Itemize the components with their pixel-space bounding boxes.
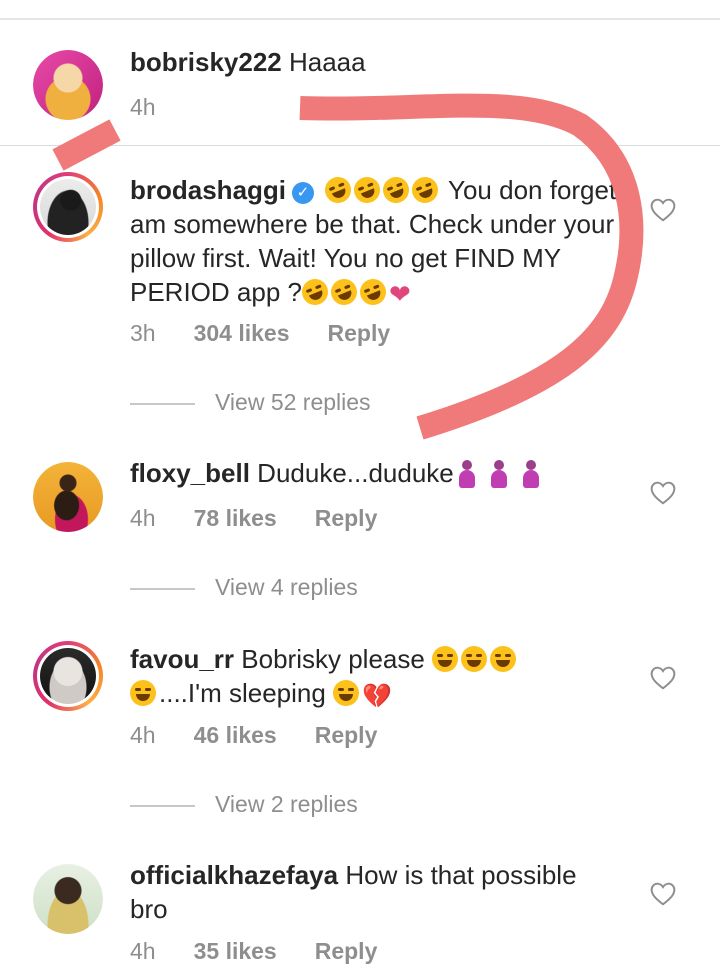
rofl-emoji-icon bbox=[408, 173, 443, 207]
comment-meta: 4h 46 likes Reply bbox=[130, 722, 415, 749]
comment-text: brodashaggi ✓ You don forget am somewhere… bbox=[130, 173, 620, 311]
view-replies-label: View 4 replies bbox=[215, 574, 358, 600]
comment-meta: 4h 78 likes Reply bbox=[130, 505, 415, 532]
view-replies-label: View 2 replies bbox=[215, 791, 358, 817]
comment-meta: 4h 35 likes Reply bbox=[130, 938, 415, 965]
likes-count-link[interactable]: 35 likes bbox=[194, 938, 277, 965]
comment-meta: 4h bbox=[130, 94, 194, 121]
woman-shrugging-emoji-icon bbox=[458, 460, 476, 488]
comment-body: Haaaa bbox=[288, 47, 366, 77]
reply-button[interactable]: Reply bbox=[315, 722, 378, 749]
view-replies-button[interactable]: View 2 replies bbox=[130, 791, 358, 818]
woman-shrugging-emoji-icon bbox=[490, 460, 508, 488]
comment-text: favou_rr Bobrisky please ....I'm sleepin… bbox=[130, 642, 620, 714]
rofl-emoji-icon bbox=[379, 173, 414, 207]
rofl-emoji-icon bbox=[321, 173, 356, 207]
like-heart-icon[interactable] bbox=[650, 198, 676, 222]
username-link[interactable]: bobrisky222 bbox=[130, 47, 282, 77]
comment-text: floxy_bell Duduke...duduke bbox=[130, 456, 620, 490]
grinning-squinting-emoji-icon bbox=[333, 680, 360, 706]
timestamp: 4h bbox=[130, 938, 156, 964]
timestamp: 4h bbox=[130, 722, 156, 748]
thread-divider bbox=[0, 145, 720, 146]
username-link[interactable]: officialkhazefaya bbox=[130, 860, 338, 890]
comment-body: ....I'm sleeping bbox=[159, 678, 326, 708]
grinning-squinting-emoji-icon bbox=[432, 646, 459, 672]
avatar-story-ring[interactable] bbox=[33, 641, 103, 711]
verified-badge-icon: ✓ bbox=[292, 182, 315, 204]
woman-shrugging-emoji-icon bbox=[522, 460, 540, 488]
comment-meta: 3h 304 likes Reply bbox=[130, 320, 428, 347]
view-replies-label: View 52 replies bbox=[215, 389, 371, 415]
view-replies-button[interactable]: View 4 replies bbox=[130, 574, 358, 601]
likes-count-link[interactable]: 46 likes bbox=[194, 722, 277, 749]
replies-line bbox=[130, 804, 195, 807]
avatar-story-ring[interactable] bbox=[33, 172, 103, 242]
grinning-squinting-emoji-icon bbox=[490, 646, 517, 672]
like-heart-icon[interactable] bbox=[650, 666, 676, 690]
reply-button[interactable]: Reply bbox=[315, 938, 378, 965]
comment-body: Duduke...duduke bbox=[257, 458, 454, 488]
replies-line bbox=[130, 587, 195, 590]
grinning-squinting-emoji-icon bbox=[461, 646, 488, 672]
grinning-squinting-emoji-icon bbox=[130, 680, 156, 706]
likes-count-link[interactable]: 78 likes bbox=[194, 505, 277, 532]
heart-emoji-icon: ❤ bbox=[388, 279, 411, 309]
rofl-emoji-icon bbox=[350, 173, 385, 207]
avatar[interactable] bbox=[33, 864, 103, 934]
comment-body: Bobrisky please bbox=[241, 644, 425, 674]
avatar[interactable] bbox=[33, 50, 103, 120]
avatar[interactable] bbox=[33, 462, 103, 532]
top-divider bbox=[0, 18, 720, 20]
reply-button[interactable]: Reply bbox=[315, 505, 378, 532]
timestamp: 4h bbox=[130, 94, 156, 120]
rofl-emoji-icon bbox=[298, 275, 332, 309]
comment-text: bobrisky222 Haaaa bbox=[130, 45, 620, 79]
like-heart-icon[interactable] bbox=[650, 882, 676, 906]
like-heart-icon[interactable] bbox=[650, 481, 676, 505]
comment-text: officialkhazefaya How is that possible b… bbox=[130, 858, 620, 926]
likes-count-link[interactable]: 304 likes bbox=[194, 320, 290, 347]
timestamp: 3h bbox=[130, 320, 156, 346]
rofl-emoji-icon bbox=[327, 275, 361, 309]
view-replies-button[interactable]: View 52 replies bbox=[130, 389, 371, 416]
username-link[interactable]: brodashaggi bbox=[130, 175, 286, 205]
rofl-emoji-icon bbox=[356, 275, 390, 309]
reply-button[interactable]: Reply bbox=[328, 320, 391, 347]
timestamp: 4h bbox=[130, 505, 156, 531]
broken-heart-emoji-icon: 💔 bbox=[362, 683, 392, 710]
username-link[interactable]: favou_rr bbox=[130, 644, 234, 674]
replies-line bbox=[130, 402, 195, 405]
username-link[interactable]: floxy_bell bbox=[130, 458, 250, 488]
